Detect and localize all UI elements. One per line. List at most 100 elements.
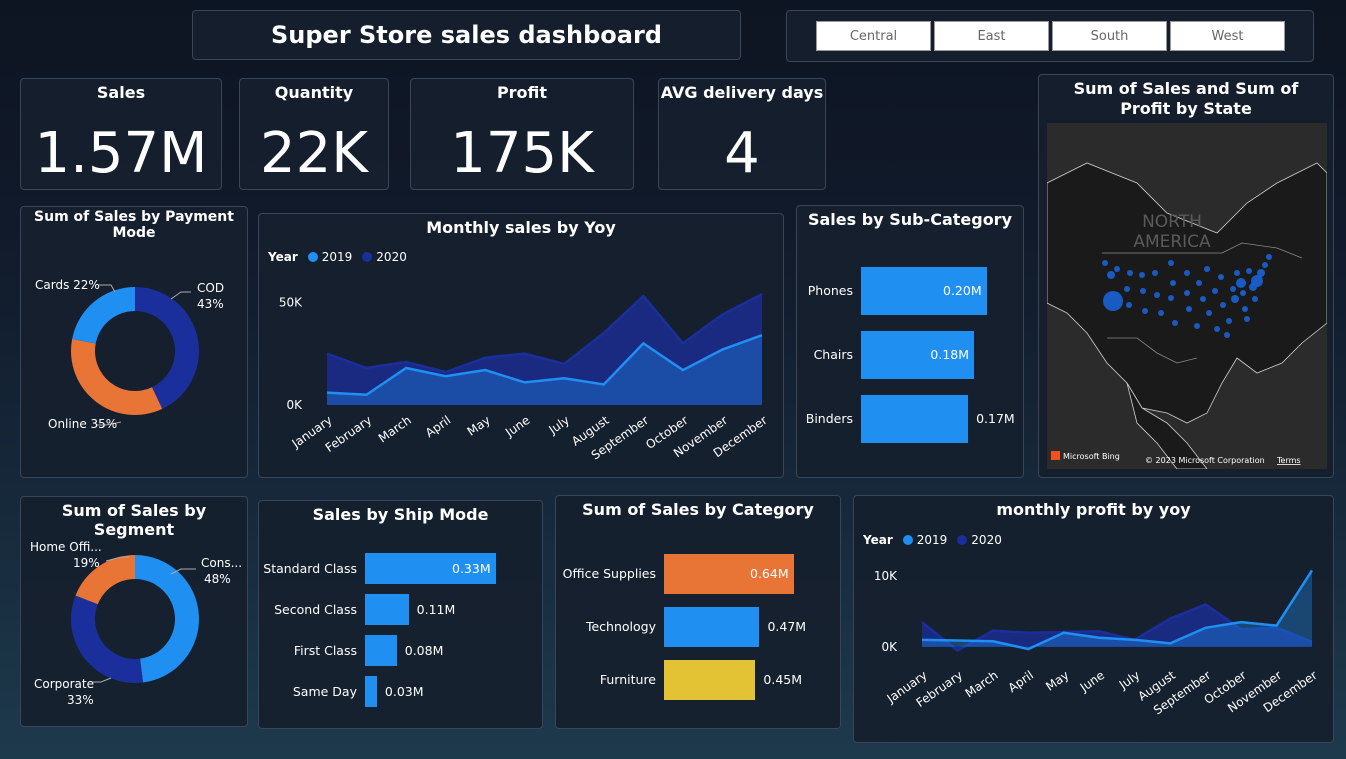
bar-label: Technology <box>585 619 656 634</box>
monthly-sales-chart: 0K50KJanuaryFebruary March April May June Jul… <box>279 292 770 463</box>
map-copyright: © 2023 Microsoft Corporation <box>1145 456 1265 465</box>
bar-value-label: 0.17M <box>976 411 1015 426</box>
state-bubble[interactable] <box>1214 326 1220 332</box>
monthly-profit-legend: Year 2019 2020 <box>863 533 1002 547</box>
label-consumer: Cons... <box>201 556 242 570</box>
legend-2019-dot <box>902 535 913 545</box>
state-bubble[interactable] <box>1102 260 1108 266</box>
state-bubble[interactable] <box>1224 332 1230 338</box>
state-bubble[interactable] <box>1107 271 1115 279</box>
state-bubble[interactable] <box>1200 296 1206 302</box>
bar[interactable] <box>365 635 397 666</box>
label-home-office: Home Offi... <box>30 540 102 554</box>
state-bubble[interactable] <box>1140 288 1146 294</box>
bar[interactable] <box>664 607 760 647</box>
state-bubble[interactable] <box>1194 323 1200 329</box>
state-bubble[interactable] <box>1127 270 1133 276</box>
slice-cards[interactable] <box>72 287 135 344</box>
state-bubble[interactable] <box>1186 306 1192 312</box>
kpi-sales-card: Sales 1.57M <box>20 78 222 190</box>
state-bubble[interactable] <box>1196 280 1202 286</box>
y-tick-label: 50K <box>279 295 303 309</box>
state-bubble[interactable] <box>1124 286 1130 292</box>
legend-2020-label[interactable]: 2020 <box>376 250 407 264</box>
legend-title: Year <box>863 533 893 547</box>
monthly-sales-title: Monthly sales by Yoy <box>426 218 616 237</box>
slicer-south[interactable]: South <box>1052 21 1167 51</box>
state-bubble[interactable] <box>1170 280 1176 286</box>
bar[interactable] <box>365 594 409 625</box>
state-bubble[interactable] <box>1230 286 1236 292</box>
state-bubble[interactable] <box>1152 270 1158 276</box>
state-bubble[interactable] <box>1242 306 1248 312</box>
legend-2019-label[interactable]: 2019 <box>917 533 948 547</box>
kpi-sales-value: 1.57M <box>34 121 208 186</box>
segment-chart: Cons... 48% Corporate 33% Home Offi... 1… <box>30 540 242 707</box>
state-bubble[interactable] <box>1139 272 1145 278</box>
slicer-west[interactable]: West <box>1170 21 1285 51</box>
slice-online[interactable] <box>71 339 163 415</box>
state-bubble[interactable] <box>1172 320 1178 326</box>
state-bubble[interactable] <box>1236 278 1246 288</box>
segment-donut <box>70 555 200 683</box>
x-tick-label: July <box>1116 668 1143 692</box>
category-title: Sum of Sales by Category <box>582 500 814 519</box>
state-bubble[interactable] <box>1220 302 1226 308</box>
state-bubble[interactable] <box>1126 302 1132 308</box>
state-bubble[interactable] <box>1226 318 1232 324</box>
state-bubble[interactable] <box>1218 274 1224 280</box>
legend-2019-label[interactable]: 2019 <box>322 250 353 264</box>
x-tick-label: May <box>465 413 493 439</box>
bar-value-label: 0.47M <box>767 619 807 634</box>
state-bubble[interactable] <box>1206 310 1212 316</box>
bar[interactable] <box>861 395 969 443</box>
state-bubble[interactable] <box>1168 295 1174 301</box>
bar-value-label: 0.11M <box>416 601 456 617</box>
state-bubble[interactable] <box>1262 262 1268 268</box>
state-bubble[interactable] <box>1244 316 1250 322</box>
label-online: Online 35% <box>48 417 117 431</box>
state-bubble[interactable] <box>1184 270 1190 276</box>
state-bubble[interactable] <box>1114 266 1120 272</box>
label-cod: COD <box>197 281 224 295</box>
slicer-central[interactable]: Central <box>816 21 931 51</box>
map-canvas[interactable]: NORTH AMERICA Microsoft Bing © 2023 Micr… <box>1047 123 1327 469</box>
state-bubble[interactable] <box>1234 270 1240 276</box>
state-bubble[interactable] <box>1257 269 1265 277</box>
kpi-quantity-label: Quantity <box>274 83 354 102</box>
bar-label: Second Class <box>274 601 357 617</box>
bar-value-label: 0.18M <box>930 347 970 362</box>
state-bubble[interactable] <box>1212 288 1218 294</box>
map-terms-link[interactable]: Terms <box>1276 456 1301 465</box>
monthly-profit-chart: 0K10KJanuaryFebruaryMarch April May June Jul… <box>874 569 1320 717</box>
state-bubble[interactable] <box>1142 308 1148 314</box>
state-bubble[interactable] <box>1103 291 1123 311</box>
bar[interactable] <box>664 660 756 700</box>
state-bubble[interactable] <box>1252 296 1258 302</box>
x-tick-label: June <box>1077 668 1107 695</box>
leader-line-corporate <box>93 677 112 683</box>
state-bubble[interactable] <box>1246 268 1252 274</box>
state-bubble[interactable] <box>1158 310 1164 316</box>
region-label-north: NORTH <box>1142 212 1202 232</box>
legend-2020-label[interactable]: 2020 <box>971 533 1002 547</box>
y-tick-label: 10K <box>874 569 898 583</box>
state-bubble[interactable] <box>1266 254 1272 260</box>
slice-consumer[interactable] <box>135 555 200 683</box>
slice-corporate[interactable] <box>70 595 144 683</box>
bar-label: Standard Class <box>263 560 357 576</box>
state-bubble[interactable] <box>1184 290 1190 296</box>
state-bubble[interactable] <box>1204 266 1210 272</box>
state-bubble[interactable] <box>1240 290 1246 296</box>
kpi-profit-card: Profit 175K <box>410 78 634 190</box>
bar-label: First Class <box>293 642 357 658</box>
monthly-sales-legend: Year 2019 2020 <box>268 250 407 264</box>
legend-title: Year <box>268 250 298 264</box>
slicer-east[interactable]: East <box>934 21 1049 51</box>
bar[interactable] <box>365 676 377 707</box>
state-bubble[interactable] <box>1231 295 1239 303</box>
state-bubble[interactable] <box>1154 292 1160 298</box>
segment-card: Sum of Sales by Segment Cons... 48% Corp… <box>20 496 248 727</box>
header-banner: Super Store sales dashboard <box>192 10 741 60</box>
state-bubble[interactable] <box>1168 260 1174 266</box>
